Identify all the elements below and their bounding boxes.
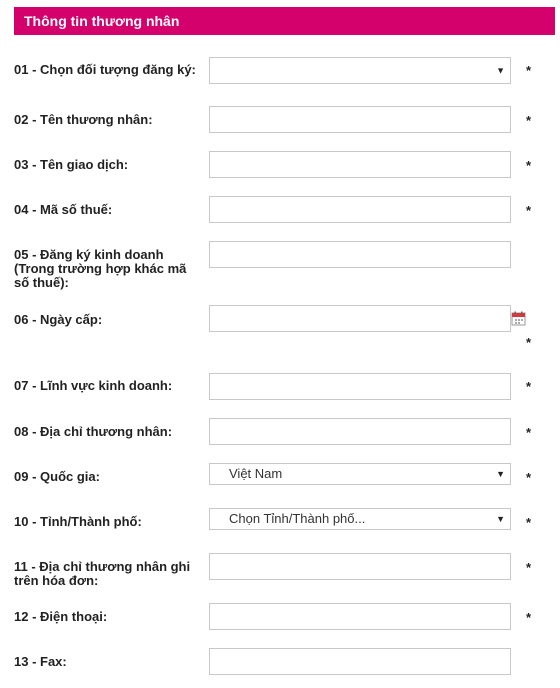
- tinh-thanh-pho-select-value: Chọn Tỉnh/Thành phố...: [229, 511, 366, 526]
- quoc-gia-select[interactable]: Việt Nam ▼: [209, 463, 511, 485]
- ma-so-thue-input[interactable]: [209, 196, 511, 223]
- ten-giao-dich-input[interactable]: [209, 151, 511, 178]
- label-dien-thoai: 12 - Điện thoại:: [14, 609, 108, 624]
- tinh-thanh-pho-select[interactable]: Chọn Tỉnh/Thành phố... ▼: [209, 508, 511, 530]
- required-marker: *: [526, 560, 532, 575]
- required-marker: *: [526, 470, 532, 485]
- required-marker: *: [526, 158, 532, 173]
- required-marker: *: [526, 203, 532, 218]
- label-ten-giao-dich: 03 - Tên giao dịch:: [14, 157, 129, 172]
- linh-vuc-kinh-doanh-input[interactable]: [209, 373, 511, 400]
- label-doi-tuong: 01 - Chọn đối tượng đăng ký:: [14, 62, 196, 77]
- required-marker: *: [526, 113, 532, 128]
- fax-input[interactable]: [209, 648, 511, 675]
- ngay-cap-input[interactable]: [209, 305, 511, 332]
- chevron-down-icon: ▼: [496, 469, 505, 479]
- required-marker: *: [526, 425, 532, 440]
- required-marker: *: [526, 379, 532, 394]
- label-dia-chi-thuong-nhan: 08 - Địa chỉ thương nhân:: [14, 424, 173, 439]
- label-fax: 13 - Fax:: [14, 654, 67, 669]
- required-marker: *: [526, 515, 532, 530]
- calendar-icon[interactable]: [511, 311, 526, 326]
- dang-ky-kinh-doanh-input[interactable]: [209, 241, 511, 268]
- required-marker: *: [526, 335, 532, 350]
- label-ngay-cap: 06 - Ngày cấp:: [14, 312, 103, 327]
- label-linh-vuc-kinh-doanh: 07 - Lĩnh vực kinh doanh:: [14, 378, 173, 393]
- chevron-down-icon: ▼: [496, 514, 505, 524]
- label-dia-chi-hoa-don: 11 - Địa chỉ thương nhân ghi trên hóa đơ…: [14, 559, 191, 588]
- quoc-gia-select-value: Việt Nam: [229, 466, 283, 481]
- dia-chi-thuong-nhan-input[interactable]: [209, 418, 511, 445]
- label-ten-thuong-nhan: 02 - Tên thương nhân:: [14, 112, 153, 127]
- chevron-down-icon: ▼: [496, 65, 505, 75]
- label-tinh-thanh-pho: 10 - Tỉnh/Thành phố:: [14, 514, 142, 529]
- required-marker: *: [526, 610, 532, 625]
- section-header: Thông tin thương nhân: [14, 7, 555, 35]
- dia-chi-hoa-don-input[interactable]: [209, 553, 511, 580]
- label-dang-ky-kinh-doanh: 05 - Đăng ký kinh doanh (Trong trường hợ…: [14, 247, 187, 290]
- label-quoc-gia: 09 - Quốc gia:: [14, 469, 100, 484]
- doi-tuong-select[interactable]: ▼: [209, 57, 511, 84]
- dien-thoai-input[interactable]: [209, 603, 511, 630]
- ten-thuong-nhan-input[interactable]: [209, 106, 511, 133]
- label-ma-so-thue: 04 - Mã số thuế:: [14, 202, 113, 217]
- required-marker: *: [526, 63, 532, 78]
